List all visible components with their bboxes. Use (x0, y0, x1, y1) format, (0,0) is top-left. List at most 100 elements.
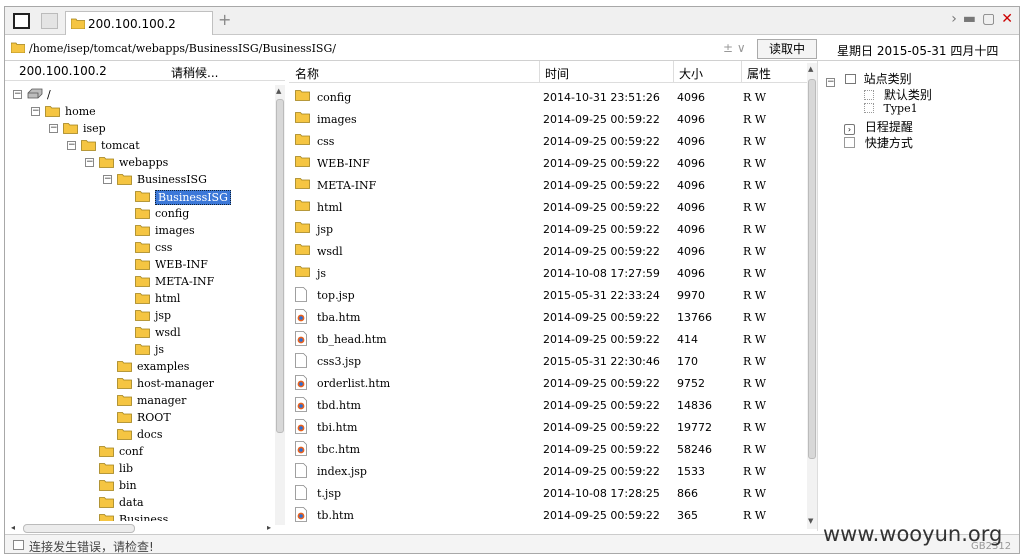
tree-item[interactable]: WEB-INF (5, 257, 273, 274)
tree-item-label: webapps (119, 156, 169, 169)
file-row[interactable]: META-INF 2014-09-25 00:59:22 4096 R W (289, 174, 807, 196)
file-icon (295, 485, 307, 503)
tree-item[interactable]: examples (5, 359, 273, 376)
reminder-item[interactable]: › 日程提醒 (844, 118, 913, 135)
file-row[interactable]: wsdl 2014-09-25 00:59:22 4096 R W (289, 240, 807, 262)
panel-toggle-icon[interactable] (13, 13, 30, 29)
tree-h-scroll-thumb[interactable] (23, 524, 135, 533)
tab-host[interactable]: 200.100.100.2 (65, 11, 213, 35)
file-name: tbd.htm (317, 399, 361, 412)
type1-item[interactable]: Type1 (864, 102, 918, 115)
column-name[interactable]: 名称 (295, 65, 319, 82)
default-category-item[interactable]: 默认类别 (864, 86, 932, 103)
file-name: html (317, 201, 343, 214)
tree-item[interactable]: config (5, 206, 273, 223)
close-icon[interactable]: ✕ (1001, 11, 1013, 27)
file-name: tb_head.htm (317, 333, 387, 346)
next-icon[interactable]: › (951, 11, 957, 27)
column-attr[interactable]: 属性 (747, 65, 771, 82)
maximize-icon[interactable]: ▢ (982, 11, 995, 27)
tree-item[interactable]: jsp (5, 308, 273, 325)
file-row[interactable]: html 2014-09-25 00:59:22 4096 R W (289, 196, 807, 218)
tree-item[interactable]: Business (5, 512, 273, 521)
tree-item[interactable]: css (5, 240, 273, 257)
tree-item[interactable]: ROOT (5, 410, 273, 427)
file-row[interactable]: index.jsp 2014-09-25 00:59:22 1533 R W (289, 460, 807, 482)
tree-item[interactable]: − webapps (5, 155, 273, 172)
file-row[interactable]: WEB-INF 2014-09-25 00:59:22 4096 R W (289, 152, 807, 174)
file-row[interactable]: orderlist.htm 2014-09-25 00:59:22 9752 R W (289, 372, 807, 394)
tree-item[interactable]: html (5, 291, 273, 308)
file-time: 2014-09-25 00:59:22 (543, 223, 660, 236)
tree-item-label: host-manager (137, 377, 214, 390)
file-list-scrollbar[interactable]: ▲ ▼ (807, 63, 817, 529)
tree-item[interactable]: js (5, 342, 273, 359)
tree-item[interactable]: manager (5, 393, 273, 410)
tree-item[interactable]: − home (5, 104, 273, 121)
new-tab-button[interactable]: + (218, 10, 231, 29)
tree-item[interactable]: − isep (5, 121, 273, 138)
tree-scroll-thumb[interactable] (276, 99, 284, 433)
file-row[interactable]: t.jsp 2014-10-08 17:28:25 866 R W (289, 482, 807, 504)
site-categories-node[interactable]: − 站点类别 (826, 70, 912, 87)
column-size[interactable]: 大小 (679, 65, 703, 82)
file-row[interactable]: tb.htm 2014-09-25 00:59:22 365 R W (289, 504, 807, 526)
status-message: 连接发生错误，请检查! (29, 540, 154, 554)
collapse-icon[interactable]: − (31, 107, 40, 116)
column-time[interactable]: 时间 (545, 65, 569, 82)
collapse-icon[interactable]: − (826, 78, 835, 87)
tree-item[interactable]: − tomcat (5, 138, 273, 155)
address-dropdown[interactable]: ± ∨ (723, 41, 746, 55)
collapse-icon[interactable]: − (85, 158, 94, 167)
file-row[interactable]: top.jsp 2015-05-31 22:33:24 9970 R W (289, 284, 807, 306)
tree-item[interactable]: docs (5, 427, 273, 444)
file-name: jsp (317, 223, 334, 236)
tree-item-label: wsdl (155, 326, 181, 339)
collapse-icon[interactable]: − (67, 141, 76, 150)
tree-item-label: tomcat (101, 139, 140, 152)
path-input[interactable]: /home/isep/tomcat/webapps/BusinessISG/Bu… (29, 42, 336, 55)
file-attr: R W (743, 113, 767, 126)
tree-item[interactable]: data (5, 495, 273, 512)
file-row[interactable]: tbc.htm 2014-09-25 00:59:22 58246 R W (289, 438, 807, 460)
tree-item[interactable]: conf (5, 444, 273, 461)
read-button[interactable]: 读取中 (757, 39, 817, 59)
folder-icon (117, 428, 132, 443)
shortcuts-item[interactable]: 快捷方式 (844, 134, 913, 151)
tree-item[interactable]: BusinessISG (5, 189, 273, 206)
minimize-icon[interactable]: ▬ (963, 11, 976, 27)
file-row[interactable]: tbd.htm 2014-09-25 00:59:22 14836 R W (289, 394, 807, 416)
tree-item[interactable]: − BusinessISG (5, 172, 273, 189)
file-row[interactable]: jsp 2014-09-25 00:59:22 4096 R W (289, 218, 807, 240)
file-size: 4096 (677, 245, 705, 258)
file-icon (295, 463, 307, 481)
file-attr: R W (743, 443, 767, 456)
tree-item[interactable]: META-INF (5, 274, 273, 291)
tab-placeholder-icon[interactable] (41, 13, 58, 29)
tree-item[interactable]: wsdl (5, 325, 273, 342)
file-row[interactable]: tba.htm 2014-09-25 00:59:22 13766 R W (289, 306, 807, 328)
tree-item[interactable]: host-manager (5, 376, 273, 393)
file-name: js (317, 267, 327, 280)
tree-scrollbar[interactable]: ▲ (275, 85, 285, 525)
collapse-icon[interactable]: − (103, 175, 112, 184)
tree-item[interactable]: − / (5, 87, 273, 104)
file-scroll-thumb[interactable] (808, 79, 816, 459)
file-name: top.jsp (317, 289, 355, 302)
file-row[interactable]: tb_head.htm 2014-09-25 00:59:22 414 R W (289, 328, 807, 350)
tree-item[interactable]: bin (5, 478, 273, 495)
folder-icon (295, 155, 310, 170)
file-row[interactable]: images 2014-09-25 00:59:22 4096 R W (289, 108, 807, 130)
tree-item[interactable]: images (5, 223, 273, 240)
file-row[interactable]: css 2014-09-25 00:59:22 4096 R W (289, 130, 807, 152)
folder-icon (295, 199, 310, 214)
folder-icon (135, 190, 150, 205)
file-row[interactable]: config 2014-10-31 23:51:26 4096 R W (289, 86, 807, 108)
file-row[interactable]: tbi.htm 2014-09-25 00:59:22 19772 R W (289, 416, 807, 438)
tree-item[interactable]: lib (5, 461, 273, 478)
tree-h-scrollbar[interactable]: ◂ ▸ (11, 522, 273, 534)
file-row[interactable]: js 2014-10-08 17:27:59 4096 R W (289, 262, 807, 284)
collapse-icon[interactable]: − (13, 90, 22, 99)
collapse-icon[interactable]: − (49, 124, 58, 133)
file-row[interactable]: css3.jsp 2015-05-31 22:30:46 170 R W (289, 350, 807, 372)
